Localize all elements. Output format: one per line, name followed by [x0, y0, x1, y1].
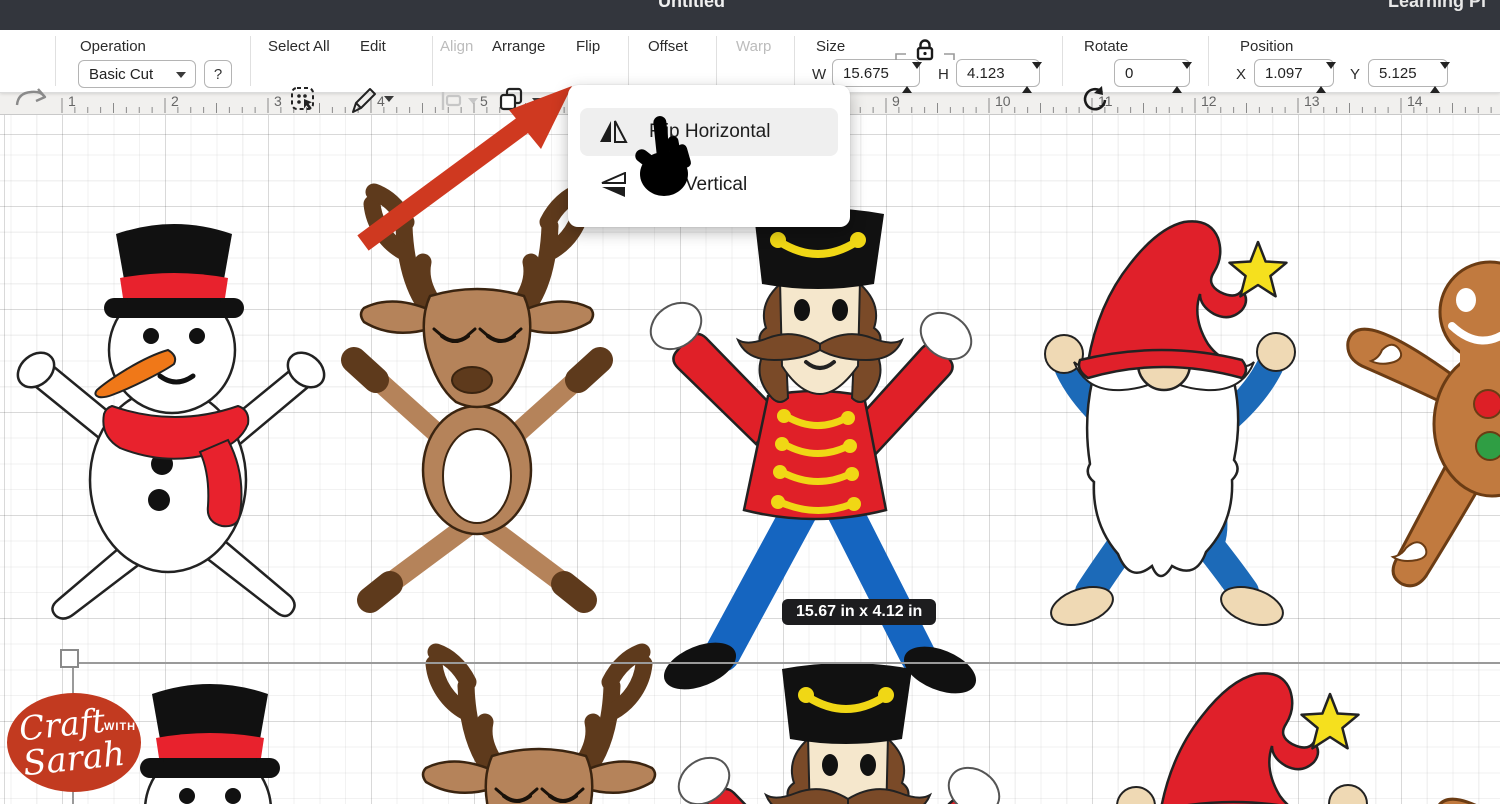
ruler-number: 2 [171, 93, 179, 109]
operation-select[interactable]: Basic Cut [78, 60, 196, 88]
position-y-input[interactable]: 5.125 [1368, 59, 1448, 87]
height-input[interactable]: 4.123 [956, 59, 1040, 87]
divider [1208, 36, 1209, 86]
divider [1062, 36, 1063, 86]
menu-item-label: Flip Vertical [649, 174, 747, 196]
ruler-number: 3 [274, 93, 282, 109]
divider [794, 36, 795, 86]
arrange-label: Arrange [492, 38, 545, 55]
align-icon [440, 90, 464, 112]
craft-with-sarah-watermark: Craft with Sarah [7, 693, 141, 792]
select-all-label: Select All [268, 38, 330, 55]
arrange-caret-icon[interactable] [532, 98, 542, 104]
divider [55, 36, 56, 86]
watermark-word-with: with [104, 721, 136, 733]
flip-dropdown-menu: Flip Horizontal Flip Vertical [568, 85, 850, 227]
rotate-input[interactable]: 0 [1114, 59, 1190, 87]
y-field-label: Y [1350, 66, 1360, 83]
rotate-label: Rotate [1084, 38, 1128, 55]
divider [716, 36, 717, 86]
snowman-graphic[interactable] [11, 224, 331, 619]
x-field-label: X [1236, 66, 1246, 83]
gnome-graphic[interactable] [1045, 221, 1295, 632]
edit-label: Edit [360, 38, 386, 55]
divider [628, 36, 629, 86]
align-caret-icon [468, 98, 478, 104]
help-button[interactable]: ? [204, 60, 232, 88]
ruler-number: 14 [1407, 93, 1423, 109]
align-label: Align [440, 38, 473, 55]
offset-label: Offset [648, 38, 688, 55]
width-input[interactable]: 15.675 [832, 59, 920, 87]
reindeer-graphic-row2 [416, 652, 662, 804]
height-value: 4.123 [967, 65, 1005, 82]
height-field-label: H [938, 66, 949, 83]
position-y-stepper[interactable] [1430, 64, 1441, 84]
reindeer-graphic[interactable] [354, 192, 600, 600]
menu-item-label: Flip Horizontal [649, 121, 770, 143]
flip-label: Flip [576, 38, 600, 55]
ruler-number: 9 [892, 93, 900, 109]
edit-caret-icon[interactable] [384, 96, 394, 102]
gingerbread-man-graphic[interactable] [1348, 262, 1500, 586]
flip-vertical-icon [598, 172, 628, 198]
position-x-input[interactable]: 1.097 [1254, 59, 1334, 87]
titlebar-right-text: Learning Pl [1388, 0, 1486, 12]
ruler-number: 10 [995, 93, 1011, 109]
position-y-value: 5.125 [1379, 65, 1417, 82]
position-x-stepper[interactable] [1316, 64, 1327, 84]
operation-label: Operation [80, 38, 146, 55]
ruler-number: 13 [1304, 93, 1320, 109]
redo-arrow-icon[interactable] [12, 82, 48, 110]
select-all-icon[interactable] [290, 86, 316, 112]
ruler-number: 12 [1201, 93, 1217, 109]
position-label: Position [1240, 38, 1293, 55]
width-field-label: W [812, 66, 826, 83]
menu-item-flip-horizontal[interactable]: Flip Horizontal [580, 108, 838, 156]
width-stepper[interactable] [902, 64, 913, 84]
flip-horizontal-icon [598, 119, 628, 145]
titlebar: Untitled Learning Pl [0, 0, 1500, 30]
operation-selected-value: Basic Cut [89, 66, 153, 83]
width-value: 15.675 [843, 65, 889, 82]
menu-item-flip-vertical[interactable]: Flip Vertical [580, 161, 838, 209]
rotate-stepper[interactable] [1172, 64, 1183, 84]
nutcracker-graphic[interactable] [642, 208, 983, 703]
size-tooltip: 15.67 in x 4.12 in [782, 599, 936, 625]
ruler-number: 5 [480, 93, 488, 109]
pencil-icon[interactable] [348, 85, 378, 115]
gingerbread-man-graphic-row2 [1436, 732, 1500, 804]
chevron-down-icon [176, 72, 186, 78]
divider [432, 36, 433, 86]
rotate-value: 0 [1125, 65, 1133, 82]
height-stepper[interactable] [1022, 64, 1033, 84]
document-title: Untitled [658, 0, 725, 12]
ruler-number: 1 [68, 93, 76, 109]
divider [250, 36, 251, 86]
position-x-value: 1.097 [1265, 65, 1303, 82]
size-label: Size [816, 38, 845, 55]
selection-handle[interactable] [61, 650, 78, 667]
edit-toolbar: Operation Basic Cut ? Select All Edit Al… [0, 30, 1500, 93]
lock-icon[interactable] [894, 38, 956, 62]
arrange-icon[interactable] [498, 86, 524, 112]
gnome-graphic-row2 [1117, 673, 1367, 804]
rotate-icon[interactable] [1080, 85, 1108, 113]
warp-label: Warp [736, 38, 771, 55]
